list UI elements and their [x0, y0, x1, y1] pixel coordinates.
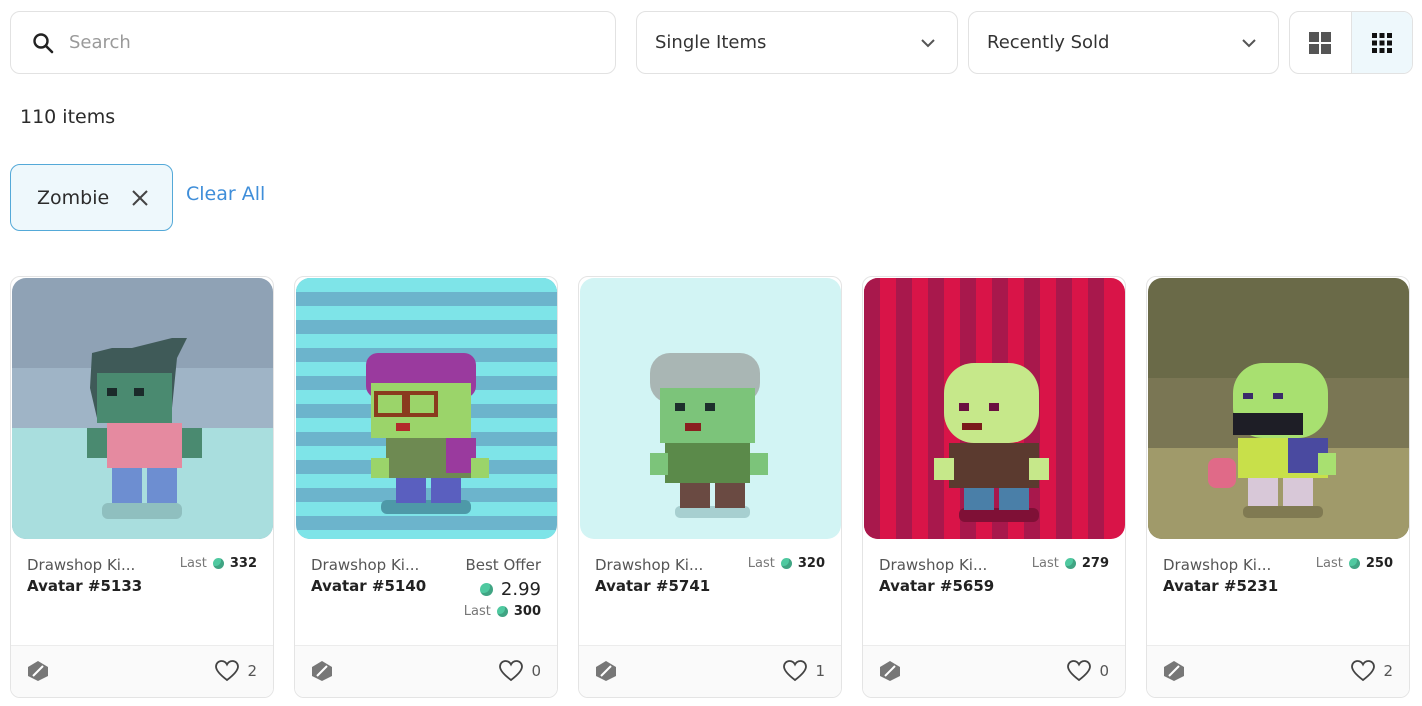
gem-icon — [479, 583, 493, 596]
gem-icon — [1064, 558, 1076, 569]
marketplace-logo-icon — [880, 661, 900, 681]
like-button[interactable]: 1 — [783, 660, 825, 682]
remove-filter-button[interactable] — [129, 187, 151, 209]
collection-name: Drawshop Ki... — [311, 556, 420, 574]
last-label: Last — [179, 556, 207, 571]
like-button[interactable]: 0 — [1067, 660, 1109, 682]
nft-card[interactable]: Drawshop Ki... Avatar #5231 Last 250 2 — [1146, 276, 1410, 698]
like-button[interactable]: 2 — [1351, 660, 1393, 682]
large-grid-view-button[interactable] — [1290, 12, 1351, 73]
card-footer: 1 — [579, 645, 841, 697]
filter-chip-label: Zombie — [37, 186, 110, 209]
last-price: Last 320 — [748, 556, 825, 571]
last-value: 279 — [1081, 556, 1109, 571]
small-grid-view-button[interactable] — [1350, 12, 1412, 73]
search-icon — [33, 32, 54, 53]
heart-icon — [215, 660, 240, 682]
card-footer: 0 — [295, 645, 557, 697]
collection-name: Drawshop Ki... — [1163, 556, 1272, 574]
sort-value: Recently Sold — [987, 32, 1110, 53]
last-label: Last — [1031, 556, 1059, 571]
last-label: Last — [1315, 556, 1343, 571]
marketplace-logo-icon — [312, 661, 332, 681]
nft-card[interactable]: Drawshop Ki... Avatar #5741 Last 320 1 — [578, 276, 842, 698]
toolbar: Single Items Recently Sold — [10, 11, 1413, 74]
heart-icon — [499, 660, 524, 682]
avatar-image — [580, 278, 841, 539]
item-name: Avatar #5741 — [595, 577, 711, 595]
collection-name: Drawshop Ki... — [595, 556, 704, 574]
nft-card[interactable]: Drawshop Ki... Avatar #5140 Best Offer 2… — [294, 276, 558, 698]
close-icon — [132, 189, 148, 206]
last-price: Last 250 — [1316, 556, 1393, 571]
avatar-image — [1148, 278, 1409, 539]
heart-icon — [1351, 660, 1376, 682]
last-value: 250 — [1365, 556, 1393, 571]
view-toggle — [1289, 11, 1413, 74]
gem-icon — [212, 558, 224, 569]
marketplace-logo-icon — [28, 661, 48, 681]
item-type-select[interactable]: Single Items — [636, 11, 958, 74]
filter-chip-zombie[interactable]: Zombie — [10, 164, 173, 231]
gem-icon — [780, 558, 792, 569]
sort-select[interactable]: Recently Sold — [968, 11, 1279, 74]
last-value: 332 — [229, 556, 257, 571]
like-count: 2 — [247, 662, 257, 680]
collection-name: Drawshop Ki... — [879, 556, 988, 574]
heart-icon — [1067, 660, 1092, 682]
last-label: Last — [463, 604, 491, 619]
collection-name: Drawshop Ki... — [27, 556, 136, 574]
marketplace-logo-icon — [1164, 661, 1184, 681]
last-price: Last 279 — [1032, 556, 1109, 571]
search-box[interactable] — [10, 11, 616, 74]
best-offer-price: 2.99 — [479, 579, 541, 600]
avatar-image — [12, 278, 273, 539]
card-footer: 2 — [1147, 645, 1409, 697]
last-price: Last 332 — [180, 556, 257, 571]
like-count: 0 — [531, 662, 541, 680]
best-offer-value: 2.99 — [500, 579, 541, 600]
best-offer-label: Best Offer — [465, 556, 541, 574]
gem-icon — [496, 606, 508, 617]
nft-card[interactable]: Drawshop Ki... Avatar #5659 Last 279 0 — [862, 276, 1126, 698]
nft-card[interactable]: Drawshop Ki... Avatar #5133 Last 332 2 — [10, 276, 274, 698]
result-count: 110 items — [20, 106, 116, 128]
like-count: 0 — [1099, 662, 1109, 680]
chevron-down-icon — [921, 38, 935, 47]
avatar-image — [864, 278, 1125, 539]
item-name: Avatar #5231 — [1163, 577, 1279, 595]
item-name: Avatar #5133 — [27, 577, 143, 595]
clear-all-link[interactable]: Clear All — [186, 183, 265, 205]
card-footer: 0 — [863, 645, 1125, 697]
last-value: 320 — [797, 556, 825, 571]
marketplace-logo-icon — [596, 661, 616, 681]
search-input[interactable] — [69, 32, 589, 53]
chevron-down-icon — [1242, 38, 1256, 47]
heart-icon — [783, 660, 808, 682]
item-type-value: Single Items — [655, 32, 767, 53]
small-grid-icon — [1371, 32, 1392, 53]
item-name: Avatar #5140 — [311, 577, 427, 595]
like-count: 2 — [1383, 662, 1393, 680]
like-button[interactable]: 0 — [499, 660, 541, 682]
last-price: Last 300 — [464, 604, 541, 619]
avatar-image — [296, 278, 557, 539]
large-grid-icon — [1309, 31, 1332, 54]
like-count: 1 — [815, 662, 825, 680]
item-name: Avatar #5659 — [879, 577, 995, 595]
last-label: Last — [747, 556, 775, 571]
card-footer: 2 — [11, 645, 273, 697]
gem-icon — [1348, 558, 1360, 569]
like-button[interactable]: 2 — [215, 660, 257, 682]
last-value: 300 — [513, 604, 541, 619]
